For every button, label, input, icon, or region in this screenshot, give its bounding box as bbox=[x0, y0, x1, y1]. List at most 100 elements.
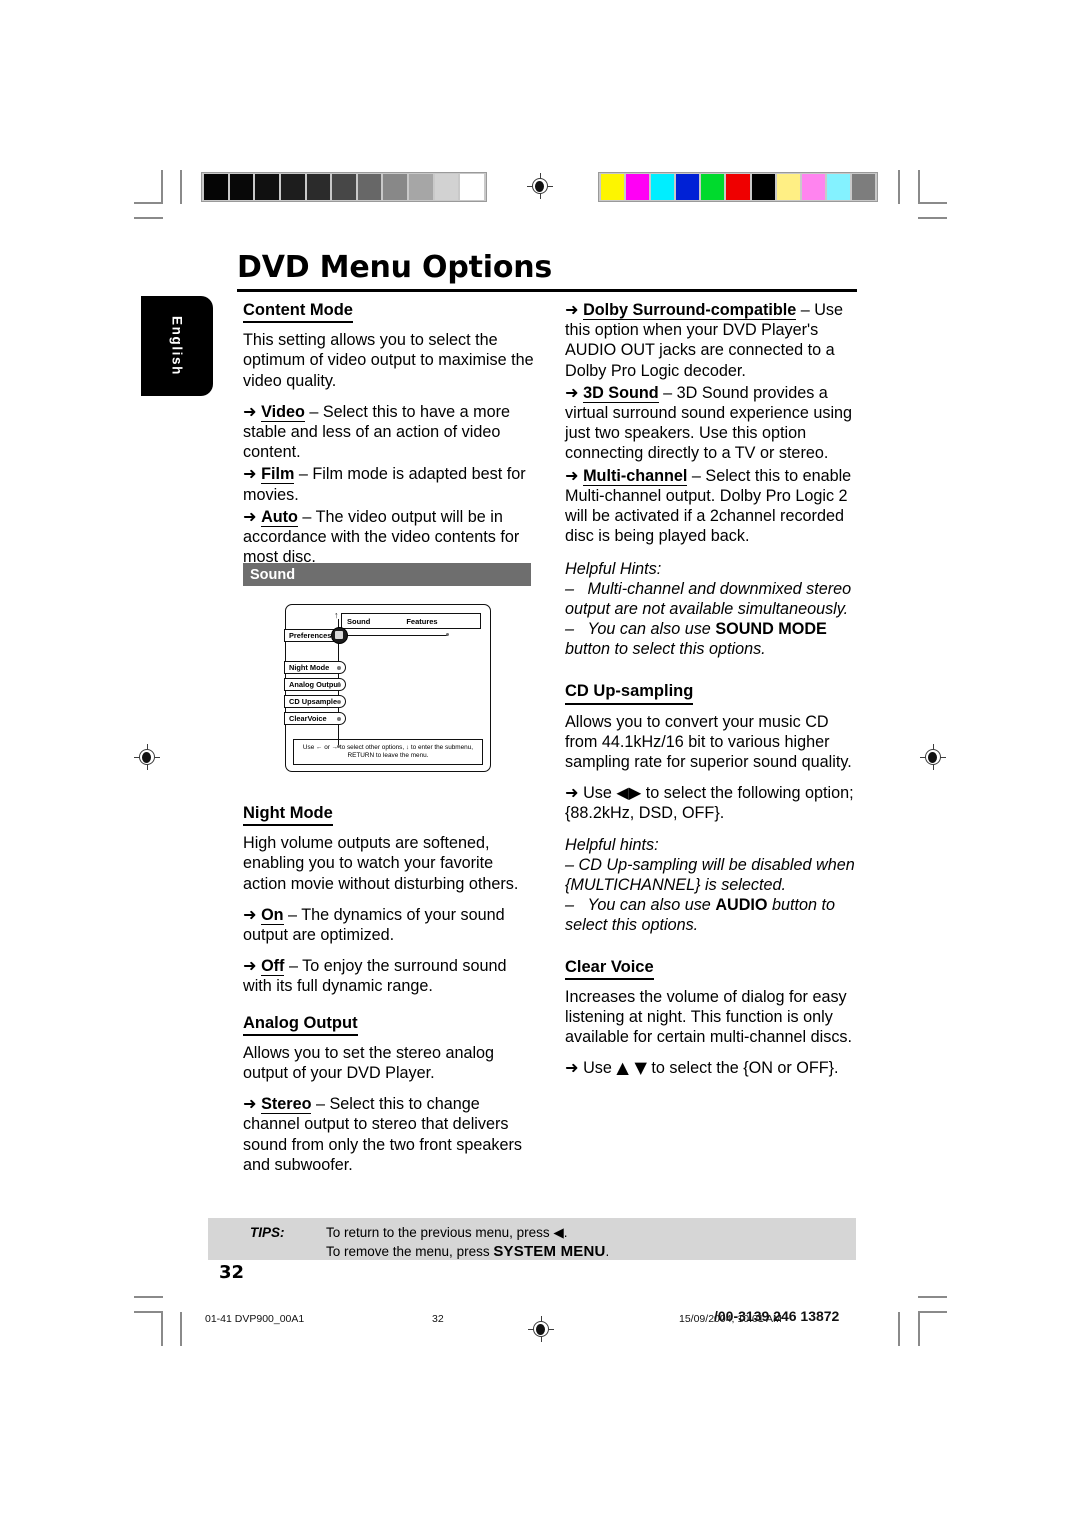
grayscale-swatch bbox=[280, 174, 305, 200]
grayscale-calibration-strip bbox=[201, 172, 487, 202]
left-right-arrow-keys-icon: ◀▶ bbox=[616, 783, 642, 803]
grayscale-swatch bbox=[460, 174, 485, 200]
option-dash: – bbox=[297, 507, 316, 526]
tips-line-2-bold: SYSTEM MENU bbox=[493, 1243, 606, 1260]
clear-voice-intro: Increases the volume of dialog for easy … bbox=[565, 987, 853, 1047]
option-term: Stereo bbox=[261, 1095, 312, 1115]
arrow-bullet-icon: ➜ bbox=[565, 783, 579, 803]
night-mode-intro: High volume outputs are softened, enabli… bbox=[243, 834, 519, 893]
crop-mark-top-right-inner bbox=[898, 170, 900, 204]
osd-item-night-mode[interactable]: Night Mode bbox=[284, 661, 346, 674]
hint-text: You can also use bbox=[587, 620, 716, 639]
arrow-bullet-icon: ➜ bbox=[243, 506, 257, 526]
analog-output-option-stereo: ➜ Stereo – Select this to change channel… bbox=[243, 1094, 535, 1175]
crop-mark-bottom-right-vertical bbox=[918, 1312, 920, 1346]
osd-item-analog-output[interactable]: Analog Output bbox=[284, 678, 346, 691]
osd-item-clearvoice[interactable]: ClearVoice bbox=[284, 712, 346, 725]
osd-connector-line-right bbox=[344, 635, 448, 637]
left-text-column-lower: Night Mode High volume outputs are softe… bbox=[243, 803, 535, 1186]
arrow-bullet-icon: ➜ bbox=[243, 904, 257, 924]
content-mode-option-auto: ➜ Auto – The video output will be in acc… bbox=[243, 507, 535, 568]
color-swatch bbox=[776, 174, 800, 200]
content-mode-intro: This setting allows you to select the op… bbox=[243, 331, 534, 390]
registration-mark-top-center bbox=[527, 173, 553, 199]
title-underline-rule bbox=[237, 289, 857, 292]
language-tab-label: English bbox=[169, 316, 185, 376]
crop-mark-top-left-inner bbox=[180, 170, 182, 204]
helpful-hints-block-2: Helpful hints: – CD Up-sampling will be … bbox=[565, 835, 857, 935]
option-term: Multi-channel bbox=[583, 466, 688, 486]
osd-item-knob-icon bbox=[337, 717, 341, 721]
grayscale-swatch bbox=[383, 174, 408, 200]
night-mode-heading: Night Mode bbox=[243, 803, 333, 827]
option-term: Auto bbox=[261, 507, 298, 527]
grayscale-swatch bbox=[229, 174, 254, 200]
crop-mark-bottom-left-inner bbox=[180, 1312, 182, 1346]
grayscale-swatch bbox=[409, 174, 433, 200]
up-down-arrow-keys-icon: ▲ ▼ bbox=[616, 1058, 647, 1078]
usage-post: to select the {ON or OFF}. bbox=[646, 1059, 839, 1078]
option-multi-channel: ➜ Multi-channel – Select this to enable … bbox=[565, 466, 857, 547]
cd-upsampling-usage: ➜ Use ◀▶ to select the following option;… bbox=[565, 783, 857, 823]
night-mode-option-off: ➜ Off – To enjoy the surround sound with… bbox=[243, 956, 535, 996]
grayscale-swatch bbox=[255, 174, 279, 200]
crop-mark-bottom-right-bleed bbox=[918, 1296, 947, 1298]
osd-item-label: Night Mode bbox=[289, 663, 330, 672]
option-term: Dolby Surround-compatible bbox=[583, 301, 797, 320]
section-cd-upsampling: CD Up-sampling Allows you to convert you… bbox=[565, 681, 857, 934]
sound-section-bar: Sound bbox=[243, 563, 531, 586]
arrow-bullet-icon: ➜ bbox=[243, 956, 257, 976]
cd-upsampling-intro: Allows you to convert your music CD from… bbox=[565, 712, 852, 772]
osd-item-label: Preferences bbox=[289, 631, 332, 640]
option-dash: – bbox=[304, 402, 323, 421]
print-slug-code: /00-3139 246 13872 bbox=[714, 1308, 840, 1324]
color-swatch bbox=[826, 174, 850, 200]
hint-text: button to select this options. bbox=[565, 640, 766, 659]
osd-footer-line2: RETURN to leave the menu. bbox=[347, 752, 429, 759]
page-number: 32 bbox=[219, 1262, 245, 1283]
crop-mark-top-left-vertical bbox=[161, 170, 163, 204]
hint-emphasis-sound-mode: SOUND MODE bbox=[715, 620, 827, 639]
color-swatch bbox=[751, 174, 775, 200]
option-3d-sound: ➜ 3D Sound – 3D Sound provides a virtual… bbox=[565, 383, 857, 464]
crop-mark-bottom-right-inner bbox=[898, 1312, 900, 1346]
hint-emphasis-audio: AUDIO bbox=[715, 895, 768, 914]
option-dash: – bbox=[796, 301, 815, 319]
hint-dash: – bbox=[565, 620, 575, 639]
option-dash: – bbox=[284, 957, 303, 976]
osd-item-label: ClearVoice bbox=[289, 714, 327, 723]
hint-dash: – bbox=[565, 895, 575, 914]
section-clear-voice: Clear Voice Increases the volume of dial… bbox=[565, 957, 857, 1079]
grayscale-swatch bbox=[306, 174, 331, 200]
option-term: Video bbox=[261, 402, 305, 422]
color-swatch bbox=[726, 174, 750, 200]
osd-item-cd-upsample[interactable]: CD Upsample bbox=[284, 695, 346, 708]
osd-selection-cursor-icon bbox=[331, 627, 348, 644]
osd-item-knob-icon bbox=[337, 700, 341, 704]
grayscale-swatch bbox=[332, 174, 356, 200]
tips-line-2-post: . bbox=[605, 1244, 610, 1259]
option-dash: – bbox=[687, 466, 706, 485]
tips-band: TIPS: To return to the previous menu, pr… bbox=[208, 1218, 856, 1260]
section-analog-output: Analog Output Allows you to set the ster… bbox=[243, 1013, 535, 1175]
option-term: Film bbox=[261, 465, 295, 485]
arrow-bullet-icon: ➜ bbox=[565, 1058, 579, 1078]
osd-item-label: Analog Output bbox=[289, 680, 341, 689]
content-mode-heading: Content Mode bbox=[243, 300, 353, 324]
option-dolby-surround: ➜ Dolby Surround-compatible – Use this o… bbox=[565, 300, 857, 381]
osd-header-sound-label: Sound bbox=[347, 616, 371, 626]
color-swatch bbox=[601, 174, 625, 200]
tips-label: TIPS: bbox=[250, 1225, 285, 1240]
content-mode-option-film: ➜ Film – Film mode is adapted best for m… bbox=[243, 464, 535, 504]
crop-mark-top-right-vertical bbox=[918, 170, 920, 204]
section-night-mode: Night Mode High volume outputs are softe… bbox=[243, 803, 535, 997]
sound-section-label: Sound bbox=[250, 566, 296, 583]
arrow-bullet-icon: ➜ bbox=[243, 401, 257, 421]
night-mode-option-on: ➜ On – The dynamics of your sound output… bbox=[243, 905, 535, 945]
hint-text: Multi-channel and downmixed stereo outpu… bbox=[565, 580, 852, 619]
crop-mark-bottom-left-vertical bbox=[161, 1312, 163, 1346]
arrow-bullet-icon: ➜ bbox=[565, 300, 579, 319]
arrow-bullet-icon: ➜ bbox=[565, 382, 579, 402]
left-text-column: Content Mode This setting allows you to … bbox=[243, 300, 535, 569]
color-swatch bbox=[701, 174, 725, 200]
